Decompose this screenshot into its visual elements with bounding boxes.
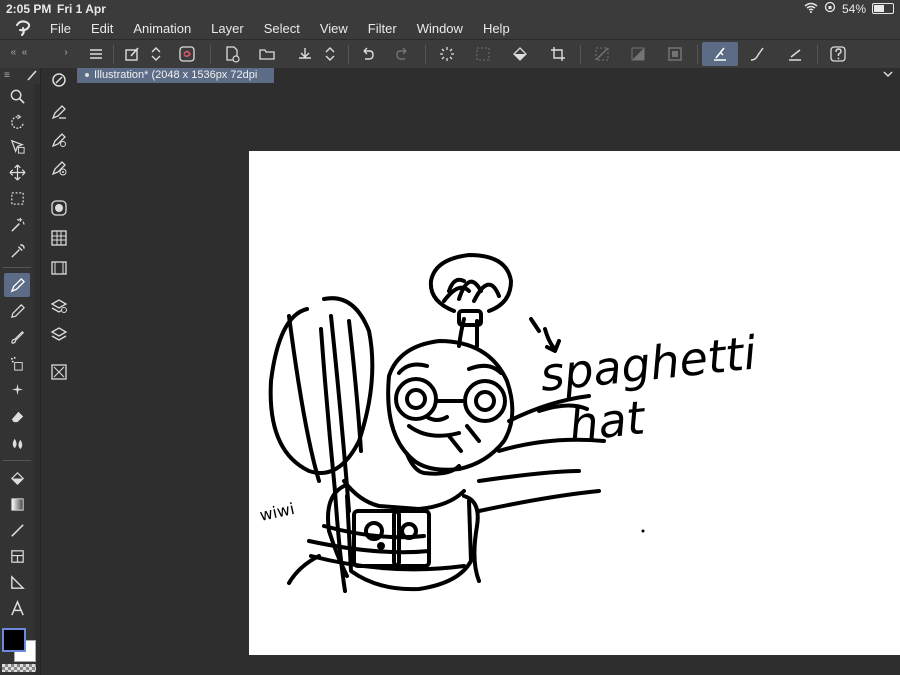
- gradient-tool-icon[interactable]: [4, 492, 30, 516]
- menu-animation[interactable]: Animation: [133, 21, 191, 36]
- layers-icon[interactable]: [47, 322, 71, 346]
- move-tool-icon[interactable]: [4, 160, 30, 184]
- tool-palette-header: ≡: [0, 68, 40, 84]
- transparent-color-swatch[interactable]: [2, 664, 36, 672]
- tool-property-icon[interactable]: [47, 100, 71, 124]
- battery-icon: [872, 3, 894, 14]
- orientation-lock-icon: [824, 1, 836, 16]
- redo-icon[interactable]: [390, 42, 416, 66]
- magic-wand-tool-icon[interactable]: [4, 212, 30, 236]
- new-canvas-icon[interactable]: [219, 42, 245, 66]
- edit-layer-icon[interactable]: [119, 42, 145, 66]
- pen-pressure-icon[interactable]: [702, 42, 738, 66]
- save-options-arrows-icon[interactable]: [320, 42, 340, 66]
- menu-edit[interactable]: Edit: [91, 21, 113, 36]
- expand-right-icon[interactable]: ›: [56, 40, 76, 64]
- side-panel-icons: [40, 68, 77, 675]
- document-tab[interactable]: Illustration* (2048 x 1536px 72dpi 74.8%…: [77, 68, 274, 96]
- tab-collapse-chevron-icon[interactable]: [882, 68, 894, 82]
- status-time: 2:05 PM: [6, 2, 52, 16]
- side-handwriting: wiwi: [258, 499, 296, 525]
- battery-fill: [874, 5, 884, 12]
- layer-property-icon[interactable]: [47, 294, 71, 318]
- status-right: 54%: [804, 1, 894, 16]
- tool-palette: [0, 84, 34, 675]
- animation-timeline-icon[interactable]: [47, 256, 71, 280]
- status-date: Fri 1 Apr: [57, 2, 106, 16]
- canvas-area[interactable]: spaghetti hat wiwi: [77, 84, 900, 675]
- help-icon[interactable]: [825, 42, 851, 66]
- brush-size-icon[interactable]: [47, 128, 71, 152]
- menu-window[interactable]: Window: [417, 21, 463, 36]
- material-icon[interactable]: [47, 360, 71, 384]
- open-folder-icon[interactable]: [254, 42, 280, 66]
- pen-tool-icon[interactable]: [4, 273, 30, 297]
- menu-items: File Edit Animation Layer Select View Fi…: [50, 21, 530, 36]
- main-color-swatch[interactable]: [2, 628, 26, 652]
- ios-status-bar: 2:05 PM Fri 1 Apr 54%: [0, 0, 900, 17]
- save-icon[interactable]: [292, 42, 318, 66]
- menu-filter[interactable]: Filter: [368, 21, 397, 36]
- blend-tool-icon[interactable]: [4, 431, 30, 455]
- decoration-tool-icon[interactable]: [4, 377, 30, 401]
- text-tool-icon[interactable]: [4, 596, 30, 620]
- fill-tool-icon[interactable]: [4, 466, 30, 490]
- collapse-left-icon[interactable]: « «: [4, 40, 34, 64]
- fill-bucket-icon[interactable]: [507, 42, 533, 66]
- palette-menu-icon[interactable]: ≡: [4, 70, 10, 81]
- clip-studio-icon[interactable]: [174, 42, 200, 66]
- clip-studio-logo-icon[interactable]: [14, 19, 34, 40]
- menu-view[interactable]: View: [320, 21, 348, 36]
- navigator-icon[interactable]: [47, 68, 71, 92]
- ruler-tool-icon[interactable]: [4, 570, 30, 594]
- zoom-tool-icon[interactable]: [4, 84, 30, 108]
- spaghetti-handwriting: spaghetti: [538, 326, 760, 402]
- command-bar: « « ›: [0, 39, 900, 69]
- invert-selection-icon[interactable]: [625, 42, 651, 66]
- eyedropper-tool-icon[interactable]: [4, 239, 30, 263]
- sub-tool-detail-icon[interactable]: [47, 156, 71, 180]
- color-set-icon[interactable]: [47, 226, 71, 250]
- ruler-snap-icon[interactable]: [782, 42, 808, 66]
- unsaved-dot-icon: [85, 73, 89, 78]
- wifi-icon: [804, 2, 818, 16]
- rotate-tool-icon[interactable]: [4, 110, 30, 134]
- menu-bar: File Edit Animation Layer Select View Fi…: [0, 17, 900, 39]
- brush-tool-icon[interactable]: [4, 325, 30, 349]
- color-swatches[interactable]: [2, 628, 36, 662]
- loading-spinner-icon[interactable]: [434, 42, 460, 66]
- brush-stabilizer-icon[interactable]: [744, 42, 770, 66]
- selection-frame-icon[interactable]: [662, 42, 688, 66]
- transform-grid-icon[interactable]: [470, 42, 496, 66]
- eraser-tool-icon[interactable]: [4, 404, 30, 428]
- frame-border-tool-icon[interactable]: [4, 544, 30, 568]
- character-drawing: spaghetti hat wiwi: [258, 253, 760, 593]
- menu-select[interactable]: Select: [264, 21, 300, 36]
- hamburger-menu-icon[interactable]: [83, 42, 109, 66]
- canvas-paper[interactable]: spaghetti hat wiwi: [249, 151, 900, 655]
- color-wheel-icon[interactable]: [47, 196, 71, 220]
- undo-icon[interactable]: [354, 42, 380, 66]
- pencil-tool-icon[interactable]: [4, 299, 30, 323]
- document-tab-bar: Illustration* (2048 x 1536px 72dpi 74.8%…: [77, 68, 900, 96]
- crop-icon[interactable]: [545, 42, 571, 66]
- selection-tool-icon[interactable]: [4, 186, 30, 210]
- menu-file[interactable]: File: [50, 21, 71, 36]
- object-select-tool-icon[interactable]: [4, 134, 30, 158]
- clear-selection-icon[interactable]: [589, 42, 615, 66]
- battery-percent: 54%: [841, 1, 866, 16]
- airbrush-tool-icon[interactable]: [4, 351, 30, 375]
- updown-arrows-icon[interactable]: [146, 42, 166, 66]
- figure-tool-icon[interactable]: [4, 518, 30, 542]
- menu-help[interactable]: Help: [483, 21, 510, 36]
- menu-layer[interactable]: Layer: [211, 21, 244, 36]
- hat-handwriting: hat: [567, 390, 650, 452]
